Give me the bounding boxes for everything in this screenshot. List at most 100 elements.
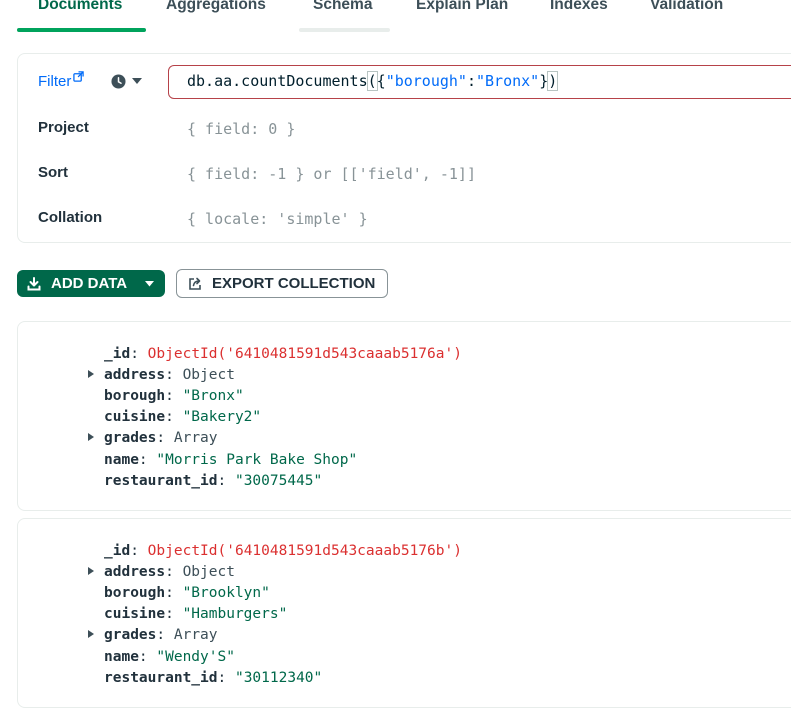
field-value: Object: [182, 367, 235, 383]
sort-input[interactable]: { field: -1 } or [['field', -1]]: [187, 165, 476, 183]
field-colon: :: [217, 473, 235, 489]
expand-arrow-icon[interactable]: [88, 567, 94, 575]
filter-prefix: db.aa.countDocuments: [187, 72, 368, 90]
document-field: borough: "Bronx": [104, 387, 244, 405]
field-colon: :: [165, 367, 183, 383]
expand-arrow-icon[interactable]: [88, 433, 94, 441]
tab-indexes[interactable]: Indexes: [550, 0, 608, 14]
field-value: "Hamburgers": [182, 606, 288, 622]
project-input[interactable]: { field: 0 }: [187, 120, 295, 138]
field-key: address: [104, 564, 166, 580]
chevron-down-icon: [132, 78, 142, 84]
collation-label: Collation: [38, 209, 103, 226]
field-value: Array: [173, 430, 218, 446]
tab-validation[interactable]: Validation: [650, 0, 723, 14]
document-field[interactable]: grades: Array: [88, 429, 218, 447]
clock-icon: [111, 74, 126, 89]
project-label: Project: [38, 119, 89, 136]
field-key: grades: [104, 627, 157, 643]
field-value: "30112340": [234, 670, 323, 686]
field-colon: :: [156, 430, 174, 446]
filter-brace-open: {: [376, 72, 386, 90]
tab-explain-plan[interactable]: Explain Plan: [416, 0, 508, 14]
external-link-icon: [73, 71, 85, 82]
document-field: cuisine: "Hamburgers": [104, 605, 287, 623]
field-colon: :: [165, 564, 183, 580]
field-colon: :: [138, 649, 157, 665]
query-history-button[interactable]: [111, 74, 142, 89]
field-key: borough: [104, 388, 166, 404]
collation-input[interactable]: { locale: 'simple' }: [187, 210, 368, 228]
document-field[interactable]: address: Object: [88, 563, 235, 581]
field-key: _id: [104, 346, 131, 362]
field-key: restaurant_id: [104, 473, 218, 489]
chevron-down-icon: [145, 280, 154, 286]
field-value: "Bronx": [182, 388, 244, 404]
expand-arrow-icon[interactable]: [88, 630, 94, 638]
field-key: restaurant_id: [104, 670, 218, 686]
document-field: name: "Morris Park Bake Shop": [104, 451, 357, 469]
field-value: "Morris Park Bake Shop": [156, 452, 358, 468]
document-field: name: "Wendy'S": [104, 648, 235, 666]
field-value: "Wendy'S": [156, 649, 235, 665]
field-colon: :: [130, 543, 148, 559]
filter-label: Filter: [38, 73, 72, 90]
field-colon: :: [156, 627, 174, 643]
document-field[interactable]: address: Object: [88, 366, 235, 384]
field-colon: :: [165, 585, 183, 601]
tab-documents[interactable]: Documents: [38, 0, 122, 14]
add-data-button[interactable]: ADD DATA: [17, 270, 165, 297]
export-label: EXPORT COLLECTION: [212, 275, 376, 292]
field-colon: :: [165, 409, 183, 425]
field-key: grades: [104, 430, 157, 446]
field-key: address: [104, 367, 166, 383]
tab-schema[interactable]: Schema: [313, 0, 372, 14]
document-field: _id: ObjectId('6410481591d543caaab5176a'…: [104, 345, 462, 363]
filter-colon: :: [466, 72, 476, 90]
filter-brace-close: }: [539, 72, 549, 90]
field-key: cuisine: [104, 606, 166, 622]
field-key: borough: [104, 585, 166, 601]
filter-input[interactable]: db.aa.countDocuments({"borough":"Bronx"}…: [168, 65, 791, 99]
field-value: ObjectId('6410481591d543caaab5176a'): [147, 346, 462, 362]
field-key: cuisine: [104, 409, 166, 425]
field-value: "30075445": [234, 473, 323, 489]
filter-value: "Bronx": [476, 72, 540, 90]
document-card: _id: ObjectId('6410481591d543caaab5176a'…: [17, 321, 791, 511]
field-colon: :: [165, 606, 183, 622]
document-field: borough: "Brooklyn": [104, 584, 270, 602]
document-field: restaurant_id: "30075445": [104, 472, 322, 490]
field-colon: :: [217, 670, 235, 686]
field-value: ObjectId('6410481591d543caaab5176b'): [147, 543, 462, 559]
filter-open-paren: (: [366, 71, 378, 91]
download-icon: [27, 276, 41, 290]
active-tab-indicator: [17, 28, 146, 32]
document-field: _id: ObjectId('6410481591d543caaab5176b'…: [104, 542, 462, 560]
query-bar: Filter db.aa.countDocuments({"borough":"…: [17, 53, 791, 243]
document-field: cuisine: "Bakery2": [104, 408, 261, 426]
filter-close-paren: ): [547, 71, 559, 91]
export-icon: [189, 277, 201, 290]
filter-link[interactable]: Filter: [38, 71, 85, 90]
field-value: "Bakery2": [182, 409, 262, 425]
add-data-label: ADD DATA: [51, 275, 128, 292]
field-value: Array: [173, 627, 218, 643]
field-key: _id: [104, 543, 131, 559]
field-colon: :: [138, 452, 157, 468]
document-card: _id: ObjectId('6410481591d543caaab5176b'…: [17, 518, 791, 708]
document-field[interactable]: grades: Array: [88, 626, 218, 644]
field-colon: :: [130, 346, 148, 362]
hover-tab-indicator: [299, 28, 390, 32]
collection-tabs: Documents Aggregations Schema Explain Pl…: [0, 0, 791, 32]
field-key: name: [104, 452, 139, 468]
document-field: restaurant_id: "30112340": [104, 669, 322, 687]
field-key: name: [104, 649, 139, 665]
sort-label: Sort: [38, 164, 68, 181]
field-colon: :: [165, 388, 183, 404]
field-value: Object: [182, 564, 235, 580]
field-value: "Brooklyn": [182, 585, 270, 601]
expand-arrow-icon[interactable]: [88, 370, 94, 378]
export-collection-button[interactable]: EXPORT COLLECTION: [176, 269, 388, 298]
filter-key: "borough": [385, 72, 467, 90]
tab-aggregations[interactable]: Aggregations: [166, 0, 266, 14]
